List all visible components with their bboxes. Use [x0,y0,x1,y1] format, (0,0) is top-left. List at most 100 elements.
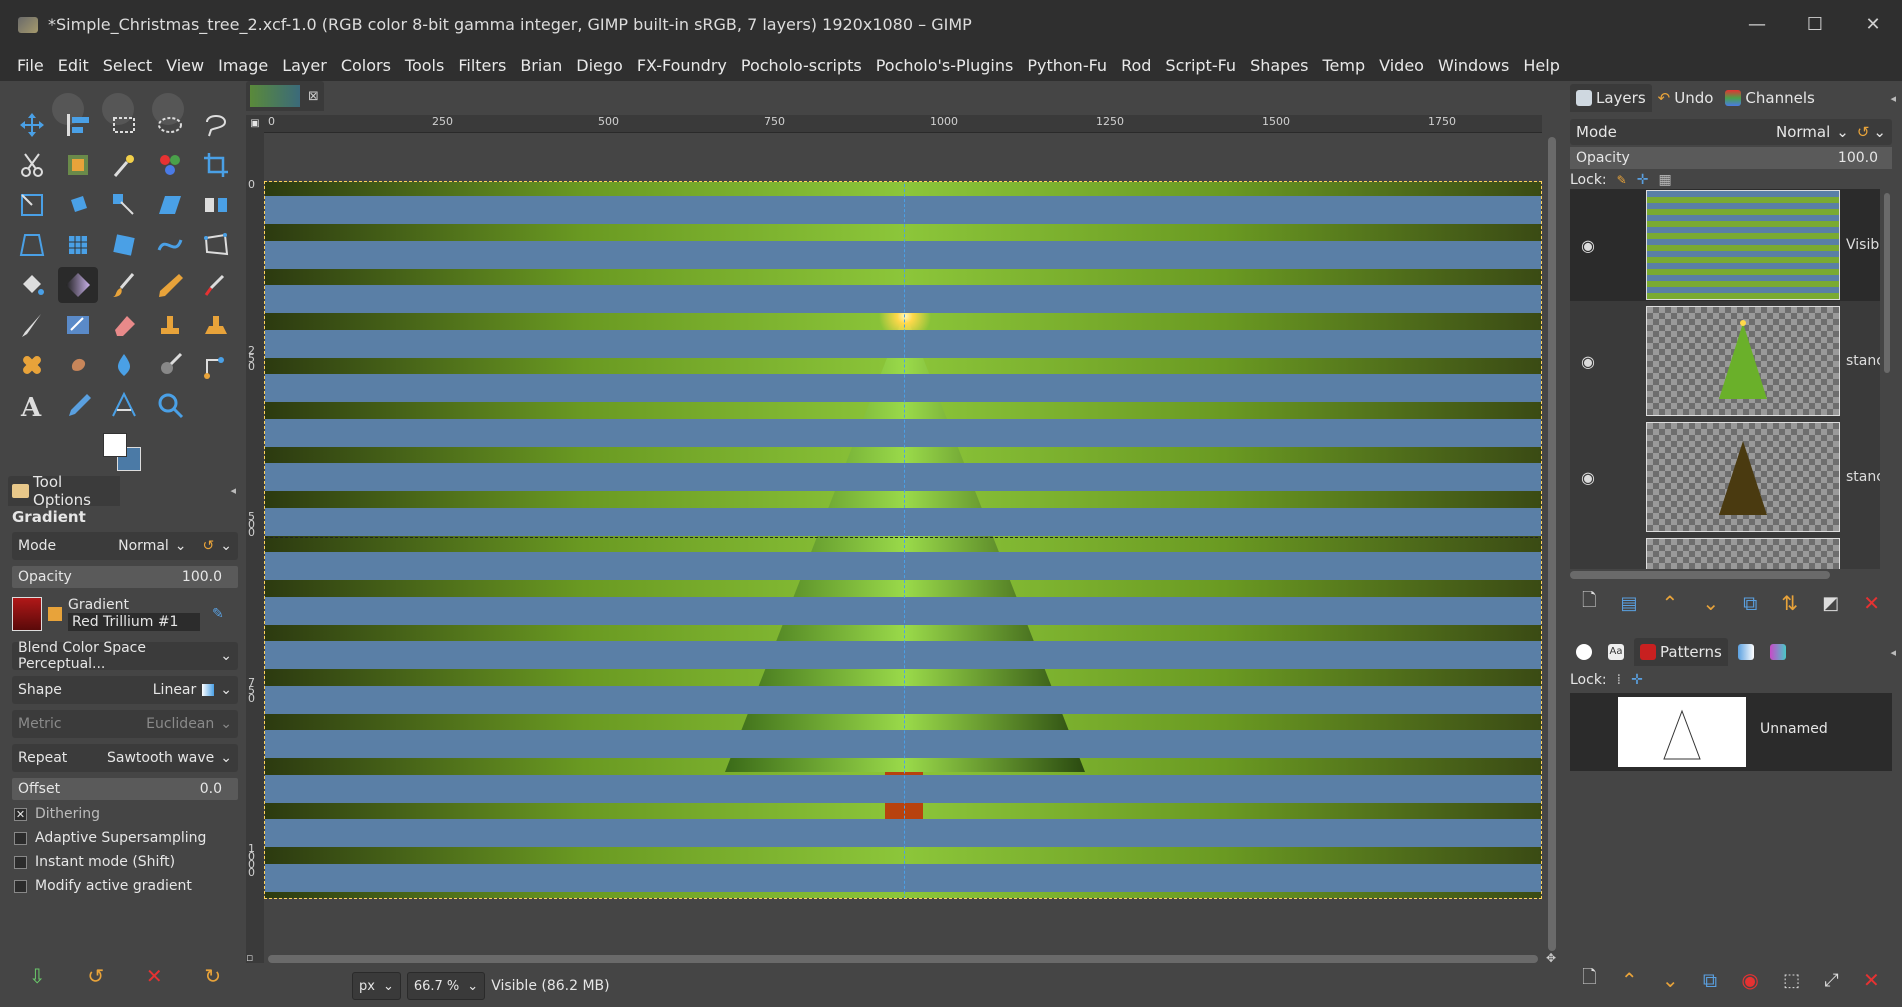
lower-layer-icon[interactable]: ⌄ [1702,591,1719,615]
repeat-select[interactable]: Repeat Sawtooth wave ⌄ [12,744,238,772]
save-options-icon[interactable]: ⇩ [29,964,46,988]
paths-tool-icon[interactable] [196,347,236,383]
menu-pocholo-scripts[interactable]: Pocholo-scripts [734,56,869,75]
text-tool-icon[interactable]: A [12,387,52,423]
blur-tool-icon[interactable] [104,347,144,383]
layers-hscrollbar[interactable] [1570,571,1830,579]
shape-select[interactable]: Shape Linear ⌄ [12,676,238,704]
record-icon[interactable]: ◉ [1741,968,1758,992]
menu-tools[interactable]: Tools [398,56,451,75]
quick-mask-icon[interactable]: ▣ [246,115,264,133]
minimize-button[interactable]: — [1728,0,1786,49]
cage-transform-tool-icon[interactable] [196,227,236,263]
modify-active-gradient-checkbox[interactable]: Modify active gradient [14,878,192,894]
menu-script-fu[interactable]: Script-Fu [1158,56,1243,75]
raise-icon[interactable]: ⌃ [1621,968,1638,992]
lock-pixels-icon[interactable]: ⁞ [1617,672,1621,688]
align-tool-icon[interactable] [58,107,98,143]
lock-position-icon[interactable]: ✛ [1631,672,1643,688]
menu-image[interactable]: Image [211,56,275,75]
layer-row[interactable]: ◉ stanc [1570,421,1880,533]
pattern-row[interactable]: Unnamed [1570,693,1892,771]
tab-brushes[interactable] [1570,638,1598,666]
layer-mode-row[interactable]: Mode Normal ⌄ ↺ ⌄ [1570,119,1892,145]
adaptive-supersampling-checkbox[interactable]: Adaptive Supersampling [14,830,206,846]
canvas-viewport[interactable] [264,133,1542,963]
new-layer-group-icon[interactable]: ▤ [1621,593,1638,614]
free-select-tool-icon[interactable] [196,107,236,143]
vertical-guide[interactable] [904,182,905,898]
perspective-tool-icon[interactable] [12,227,52,263]
menu-select[interactable]: Select [96,56,159,75]
raise-layer-icon[interactable]: ⌃ [1662,591,1679,615]
move-tool-icon[interactable] [12,107,52,143]
mode-reset-icon[interactable]: ↺ [203,538,215,554]
path-icon[interactable]: ⤢ [1824,970,1838,991]
lock-position-icon[interactable]: ✛ [1637,172,1649,188]
flip-tool-icon[interactable] [196,187,236,223]
vertical-scrollbar[interactable] [1546,133,1558,963]
heal-tool-icon[interactable] [12,347,52,383]
layer-row[interactable]: ◉ Visibl [1570,189,1880,301]
menu-shapes[interactable]: Shapes [1243,56,1315,75]
eye-icon[interactable]: ◉ [1570,468,1606,487]
mypaint-brush-tool-icon[interactable] [58,307,98,343]
menu-filters[interactable]: Filters [451,56,513,75]
menu-view[interactable]: View [159,56,211,75]
metric-select[interactable]: Metric Euclidean ⌄ [12,710,238,738]
new-layer-icon[interactable]: 🗋 [1582,588,1596,618]
menu-fx-foundry[interactable]: FX-Foundry [630,56,734,75]
eye-icon[interactable]: ◉ [1570,352,1606,371]
layer-row[interactable]: ◉ stanc [1570,305,1880,417]
layer-opacity-slider[interactable]: Opacity 100.0 [1570,147,1892,169]
new-pattern-icon[interactable]: 🗋 [1582,965,1596,995]
delete-options-icon[interactable]: ✕ [146,964,163,988]
fg-bg-colors[interactable] [103,433,153,473]
maximize-button[interactable]: ☐ [1786,0,1844,49]
tab-tool-options[interactable]: Tool Options [8,473,120,509]
3d-transform-tool-icon[interactable] [58,227,98,263]
layers-scrollbar[interactable] [1882,189,1892,569]
image-canvas[interactable] [264,181,1542,899]
gradient-reverse-icon[interactable] [48,607,62,621]
warp-transform-tool-icon[interactable] [150,227,190,263]
restore-options-icon[interactable]: ↺ [87,964,104,988]
dithering-checkbox[interactable]: ✕ Dithering [14,806,100,822]
layer-row[interactable] [1570,537,1880,569]
menu-diego[interactable]: Diego [569,56,630,75]
airbrush-tool-icon[interactable] [196,267,236,303]
mode-reset-icon[interactable]: ↺ [1857,123,1870,141]
menu-python-fu[interactable]: Python-Fu [1020,56,1114,75]
panel-menu-icon[interactable]: ◂ [1890,92,1896,105]
dodge-burn-tool-icon[interactable] [150,347,190,383]
opacity-slider[interactable]: Opacity 100.0 [12,566,238,588]
tab-undo[interactable]: ↶ Undo [1652,84,1720,112]
eraser-tool-icon[interactable] [104,307,144,343]
horizontal-scrollbar[interactable] [264,953,1542,965]
foreground-select-tool-icon[interactable] [58,147,98,183]
menu-layer[interactable]: Layer [275,56,334,75]
menu-windows[interactable]: Windows [1431,56,1516,75]
lock-alpha-icon[interactable]: ▦ [1658,172,1671,188]
rect-select-tool-icon[interactable] [104,107,144,143]
zoom-select[interactable]: 66.7 % ⌄ [406,972,486,1000]
unified-transform-tool-icon[interactable] [12,187,52,223]
merge-layer-icon[interactable]: ⇅ [1781,591,1798,615]
measure-tool-icon[interactable] [104,387,144,423]
close-window-button[interactable]: ✕ [1844,0,1902,49]
mode-row[interactable]: Mode Normal ⌄ ↺ ⌄ [12,532,238,560]
ellipse-select-tool-icon[interactable] [150,107,190,143]
navigate-icon[interactable]: ▫ [246,951,260,965]
pencil-tool-icon[interactable] [150,267,190,303]
shear-tool-icon[interactable] [150,187,190,223]
delete-icon[interactable]: ✕ [1863,968,1880,992]
lock-pixels-icon[interactable]: ✎ [1617,173,1627,187]
lower-icon[interactable]: ⌄ [1662,968,1679,992]
ink-tool-icon[interactable] [12,307,52,343]
paintbrush-tool-icon[interactable] [104,267,144,303]
edit-gradient-icon[interactable]: ✎ [212,606,224,622]
menu-pocholos-plugins[interactable]: Pocholo's-Plugins [869,56,1021,75]
menu-colors[interactable]: Colors [334,56,398,75]
panel-menu-icon[interactable]: ◂ [1890,646,1896,659]
scissors-select-tool-icon[interactable] [12,147,52,183]
